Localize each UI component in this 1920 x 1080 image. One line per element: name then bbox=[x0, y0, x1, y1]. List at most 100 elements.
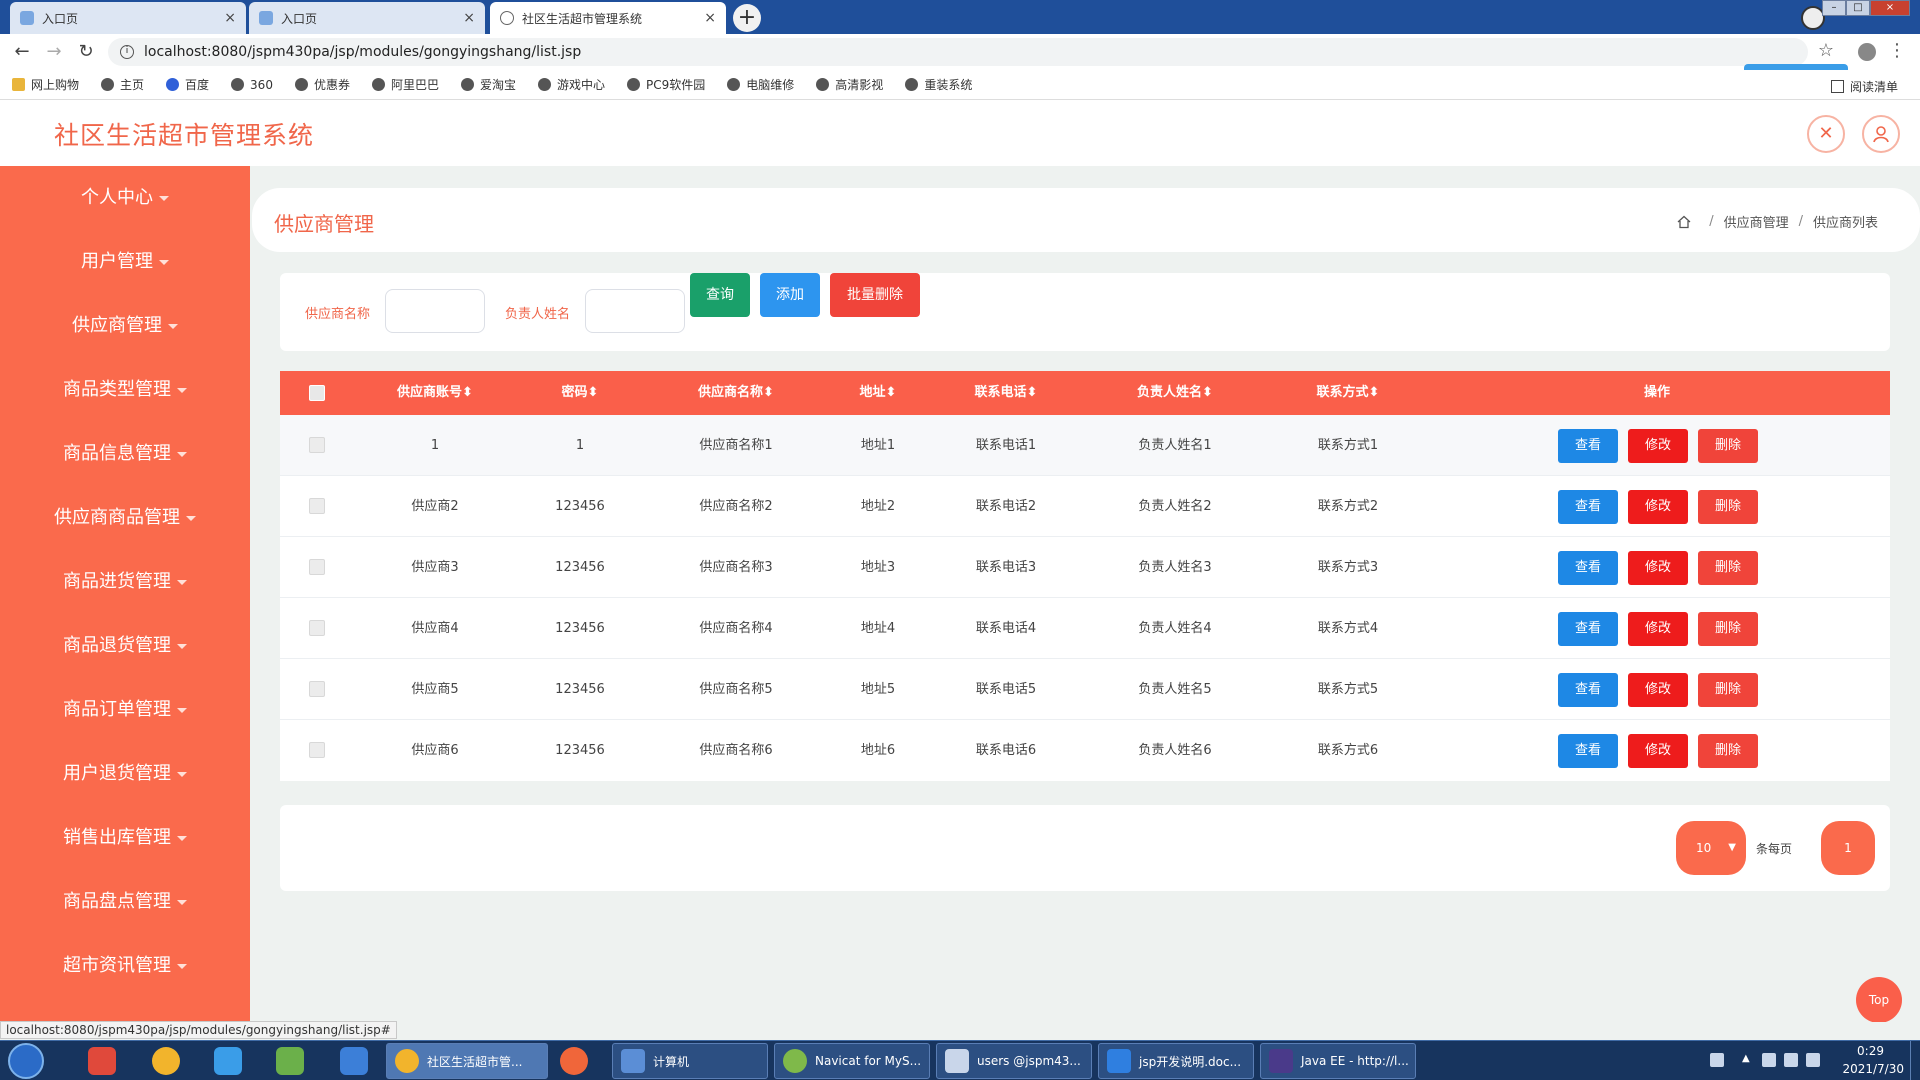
bookmark-item[interactable]: PC9软件园 bbox=[627, 76, 705, 93]
edit-button[interactable]: 修改 bbox=[1628, 490, 1688, 524]
column-header[interactable]: 地址⬍ bbox=[860, 371, 897, 415]
row-checkbox[interactable] bbox=[309, 681, 325, 697]
edit-button[interactable]: 修改 bbox=[1628, 551, 1688, 585]
bookmark-item[interactable]: 爱淘宝 bbox=[460, 76, 516, 93]
breadcrumb-item[interactable]: 供应商管理 bbox=[1724, 212, 1789, 231]
delete-button[interactable]: 删除 bbox=[1698, 734, 1758, 768]
back-to-top-button[interactable]: Top bbox=[1856, 977, 1902, 1022]
app-launcher-icon[interactable] bbox=[88, 1047, 116, 1075]
taskbar-item-document[interactable]: jsp开发说明.doc... bbox=[1098, 1043, 1254, 1079]
sidebar-item-personal-center[interactable]: 个人中心 bbox=[0, 178, 250, 218]
sidebar-item-supplier-products[interactable]: 供应商商品管理 bbox=[0, 498, 250, 538]
sidebar-item-user-returns[interactable]: 用户退货管理 bbox=[0, 754, 250, 794]
browser-icon[interactable] bbox=[560, 1047, 588, 1075]
sidebar-item-users[interactable]: 用户管理 bbox=[0, 242, 250, 282]
bookmark-item[interactable]: 百度 bbox=[166, 76, 209, 93]
delete-button[interactable]: 删除 bbox=[1698, 551, 1758, 585]
view-button[interactable]: 查看 bbox=[1558, 673, 1618, 707]
row-checkbox[interactable] bbox=[309, 498, 325, 514]
bookmark-item[interactable]: 重装系统 bbox=[905, 76, 972, 93]
edit-button[interactable]: 修改 bbox=[1628, 612, 1688, 646]
bookmark-star-icon[interactable]: ☆ bbox=[1818, 40, 1834, 61]
cloud-drive-icon[interactable] bbox=[214, 1047, 242, 1075]
batch-delete-button[interactable]: 批量删除 bbox=[830, 273, 920, 317]
sidebar-item-purchase-returns[interactable]: 商品退货管理 bbox=[0, 626, 250, 666]
start-button[interactable] bbox=[8, 1043, 44, 1079]
add-button[interactable]: 添加 bbox=[760, 273, 820, 317]
delete-button[interactable]: 删除 bbox=[1698, 429, 1758, 463]
query-button[interactable]: 查询 bbox=[690, 273, 750, 317]
clock-date[interactable]: 2021/7/30 bbox=[1842, 1062, 1904, 1076]
sidebar-item-news[interactable]: 超市资讯管理 bbox=[0, 946, 250, 986]
network-icon[interactable] bbox=[1762, 1053, 1776, 1067]
file-manager-icon[interactable] bbox=[340, 1047, 368, 1075]
reading-list[interactable]: 阅读清单 bbox=[1830, 78, 1898, 95]
close-icon[interactable]: × bbox=[704, 10, 716, 26]
column-header[interactable]: 负责人姓名⬍ bbox=[1137, 371, 1213, 415]
taskbar-item-java-ee[interactable]: Java EE - http://l... bbox=[1260, 1043, 1416, 1079]
bookmark-item[interactable]: 主页 bbox=[101, 76, 144, 93]
column-header[interactable]: 联系电话⬍ bbox=[975, 371, 1038, 415]
taskbar-item-computer[interactable]: 计算机 bbox=[612, 1043, 768, 1079]
chrome-icon[interactable] bbox=[152, 1047, 180, 1075]
column-header[interactable]: 供应商名称⬍ bbox=[698, 371, 774, 415]
more-menu-icon[interactable]: ⋮ bbox=[1888, 40, 1906, 61]
delete-button[interactable]: 删除 bbox=[1698, 612, 1758, 646]
sidebar-item-sales-outbound[interactable]: 销售出库管理 bbox=[0, 818, 250, 858]
edit-button[interactable]: 修改 bbox=[1628, 734, 1688, 768]
supplier-name-input[interactable] bbox=[385, 289, 485, 333]
fullscreen-icon[interactable]: ✕ bbox=[1807, 115, 1845, 153]
view-button[interactable]: 查看 bbox=[1558, 490, 1618, 524]
maximize-button[interactable]: □ bbox=[1846, 0, 1870, 16]
user-icon[interactable] bbox=[1862, 115, 1900, 153]
sidebar-item-stocktaking[interactable]: 商品盘点管理 bbox=[0, 882, 250, 922]
sidebar-item-orders[interactable]: 商品订单管理 bbox=[0, 690, 250, 730]
contact-name-input[interactable] bbox=[585, 289, 685, 333]
action-center-icon[interactable] bbox=[1806, 1053, 1820, 1067]
bookmark-item[interactable]: 高清影视 bbox=[816, 76, 883, 93]
column-header[interactable]: 密码⬍ bbox=[562, 371, 599, 415]
row-checkbox[interactable] bbox=[309, 437, 325, 453]
info-icon[interactable]: i bbox=[120, 45, 134, 59]
keyboard-icon[interactable] bbox=[1710, 1053, 1724, 1067]
edit-button[interactable]: 修改 bbox=[1628, 429, 1688, 463]
notes-icon[interactable] bbox=[276, 1047, 304, 1075]
row-checkbox[interactable] bbox=[309, 620, 325, 636]
view-button[interactable]: 查看 bbox=[1558, 429, 1618, 463]
clock-time[interactable]: 0:29 bbox=[1857, 1044, 1884, 1058]
home-icon[interactable] bbox=[1677, 215, 1691, 229]
column-header[interactable]: 联系方式⬍ bbox=[1317, 371, 1380, 415]
back-arrow-icon[interactable]: ← bbox=[10, 40, 34, 64]
view-button[interactable]: 查看 bbox=[1558, 734, 1618, 768]
bookmark-item[interactable]: 游戏中心 bbox=[538, 76, 605, 93]
view-button[interactable]: 查看 bbox=[1558, 551, 1618, 585]
page-size-select[interactable]: 10 ▼ bbox=[1676, 821, 1746, 875]
bookmark-item[interactable]: 360 bbox=[231, 78, 273, 92]
row-checkbox[interactable] bbox=[309, 559, 325, 575]
minimize-button[interactable]: – bbox=[1822, 0, 1846, 16]
taskbar-item-navicat[interactable]: Navicat for MyS... bbox=[774, 1043, 930, 1079]
bookmark-item[interactable]: 阿里巴巴 bbox=[371, 76, 439, 93]
bookmark-item[interactable]: 网上购物 bbox=[12, 76, 79, 93]
row-checkbox[interactable] bbox=[309, 742, 325, 758]
sidebar-item-product-types[interactable]: 商品类型管理 bbox=[0, 370, 250, 410]
sidebar-item-purchasing[interactable]: 商品进货管理 bbox=[0, 562, 250, 602]
select-all-checkbox[interactable] bbox=[309, 385, 325, 401]
page-number-button[interactable]: 1 bbox=[1821, 821, 1875, 875]
browser-tab-3[interactable]: 社区生活超市管理系统 × bbox=[490, 2, 726, 34]
view-button[interactable]: 查看 bbox=[1558, 612, 1618, 646]
close-icon[interactable]: × bbox=[463, 10, 475, 26]
bookmark-item[interactable]: 优惠券 bbox=[294, 76, 350, 93]
reload-icon[interactable]: ↻ bbox=[74, 40, 98, 64]
show-desktop-button[interactable] bbox=[1910, 1041, 1920, 1080]
window-close-button[interactable]: × bbox=[1870, 0, 1910, 16]
taskbar-item-browser[interactable]: 社区生活超市管... bbox=[386, 1043, 548, 1079]
browser-tab-1[interactable]: 入口页 × bbox=[10, 2, 246, 34]
taskbar-item-users-table[interactable]: users @jspm43... bbox=[936, 1043, 1092, 1079]
sidebar-item-product-info[interactable]: 商品信息管理 bbox=[0, 434, 250, 474]
column-header[interactable]: 供应商账号⬍ bbox=[397, 371, 473, 415]
forward-arrow-icon[interactable]: → bbox=[42, 40, 66, 64]
url-input[interactable]: i localhost:8080/jspm430pa/jsp/modules/g… bbox=[108, 38, 1808, 66]
bookmark-item[interactable]: 电脑维修 bbox=[727, 76, 794, 93]
sidebar-item-suppliers[interactable]: 供应商管理 bbox=[0, 306, 250, 346]
